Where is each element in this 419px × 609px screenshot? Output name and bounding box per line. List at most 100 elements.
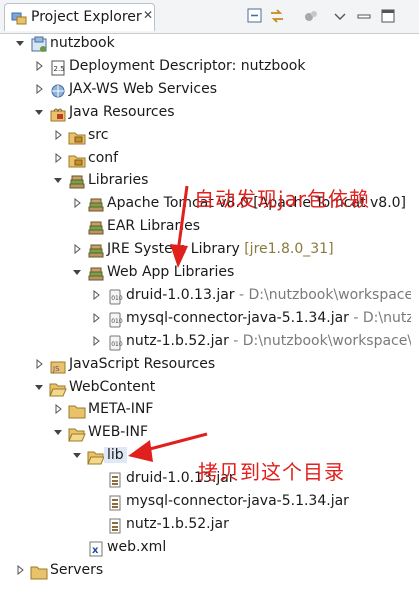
close-icon[interactable]: ✕ (143, 8, 153, 22)
tree-node-decoration: - D:\nutzl (348, 309, 418, 326)
link-with-editor-icon[interactable] (267, 6, 287, 26)
collapsed-twistie-icon[interactable] (72, 198, 82, 209)
tree-node-label: mysql-connector-java-5.1.34.jar (126, 493, 349, 509)
tree-node-label: Web App Libraries (107, 264, 235, 280)
tree-node-label: lib (104, 447, 127, 464)
project-tree: nutzbook 2.5 Deployment Descriptor: nutzbo… (0, 34, 419, 609)
svg-text:x: x (92, 545, 99, 556)
tree-node-nutz-jar-ref[interactable]: 010 nutz-1.b.52.jar - D:\nutzbook\workspa… (0, 332, 413, 354)
jar-icon: 010 (109, 335, 123, 351)
library-icon (88, 221, 104, 235)
expanded-twistie-icon[interactable] (34, 107, 44, 117)
tree-node-conf-folder[interactable]: conf (0, 149, 411, 171)
tree-node-deployment-descriptor[interactable]: 2.5 Deployment Descriptor: nutzbook (0, 57, 411, 79)
tree-node-label: Java Resources (69, 103, 175, 120)
expanded-twistie-icon[interactable] (72, 450, 82, 460)
pkgfolder-icon (68, 155, 86, 167)
tree-node-java-resources[interactable]: Java Resources (0, 103, 411, 125)
collapsed-twistie-icon[interactable] (91, 312, 101, 323)
tree-node-web-xml-file[interactable]: x web.xml (0, 538, 411, 560)
collapsed-twistie-icon[interactable] (15, 564, 25, 575)
tree-node-servers[interactable]: Servers (0, 561, 411, 583)
folder-icon (68, 405, 86, 419)
svg-text:JS: JS (52, 365, 60, 373)
jsres-icon: JS (50, 361, 66, 374)
collapsed-twistie-icon[interactable] (72, 244, 82, 255)
tree-node-meta-inf-folder[interactable]: META-INF (0, 400, 411, 422)
tree-node-label: src (88, 126, 109, 143)
svg-text:010: 010 (111, 318, 123, 325)
dd-icon: 2.5 (51, 60, 65, 76)
folder-open-icon (87, 451, 105, 465)
library-icon (88, 198, 104, 212)
filter-icon[interactable] (301, 6, 321, 26)
tree-node-druid-jar-ref[interactable]: 010 druid-1.0.13.jar - D:\nutzbook\worksp… (0, 286, 418, 308)
svg-text:010: 010 (111, 295, 123, 302)
tree-node-web-app-libraries[interactable]: Web App Libraries (0, 263, 411, 285)
annotation-copy-here: 拷贝到这个目录 (198, 460, 345, 484)
jar-icon: 010 (109, 312, 123, 328)
tree-node-label: druid-1.0.13.jar - D:\nutzbook\workspace… (126, 286, 418, 303)
maximize-icon[interactable] (378, 6, 398, 26)
tree-node-ear-libraries[interactable]: EAR Libraries (0, 217, 411, 239)
tree-node-decoration: [jre1.8.0_31] (239, 241, 334, 258)
collapsed-twistie-icon[interactable] (53, 129, 63, 140)
collapsed-twistie-icon[interactable] (53, 404, 63, 415)
library-icon (69, 175, 85, 189)
project-explorer-icon (11, 12, 27, 25)
expanded-twistie-icon[interactable] (53, 427, 63, 437)
project-icon (31, 36, 47, 52)
tree-node-label: nutz-1.b.52.jar - D:\nutzbook\workspace\ (126, 332, 413, 349)
tree-node-jaxws-web-services[interactable]: JAX-WS Web Services (0, 80, 411, 102)
library-icon (88, 244, 104, 258)
tree-node-label: nutz-1.b.52.jar (126, 515, 229, 532)
tree-node-src-folder[interactable]: src (0, 126, 411, 148)
jar-icon: 010 (109, 289, 123, 305)
folder-open-icon (49, 383, 67, 396)
collapsed-twistie-icon[interactable] (91, 335, 101, 346)
pkgfolder-icon (68, 132, 86, 145)
tree-node-label: Deployment Descriptor: nutzbook (69, 57, 306, 74)
tree-node-decoration: - D:\nutzbook\workspace\ (228, 332, 413, 349)
tab-project-explorer[interactable]: Project Explorer ✕ (4, 3, 155, 31)
view-menu-chevron-down-icon[interactable] (330, 6, 350, 26)
folder-open-icon (68, 428, 86, 442)
jarfile-icon (109, 495, 121, 511)
collapsed-twistie-icon[interactable] (34, 83, 44, 94)
tree-node-project-nutzbook[interactable]: nutzbook (0, 34, 411, 56)
javares-icon (50, 108, 66, 122)
tree-node-jre-system-library[interactable]: JRE System Library [jre1.8.0_31] (0, 240, 411, 262)
collapsed-twistie-icon[interactable] (34, 358, 44, 369)
collapsed-twistie-icon[interactable] (53, 152, 63, 163)
tree-node-label: Servers (50, 561, 104, 578)
tree-node-label: EAR Libraries (107, 218, 201, 235)
expanded-twistie-icon[interactable] (15, 38, 25, 48)
tree-node-javascript-resources[interactable]: JS JavaScript Resources (0, 355, 411, 377)
jarfile-icon (109, 518, 121, 534)
minimize-icon[interactable] (354, 6, 374, 26)
tree-node-mysql-jar-file[interactable]: mysql-connector-java-5.1.34.jar (0, 492, 411, 514)
project-explorer-view: Project Explorer ✕ nutzbook 2.5 Deployment… (0, 0, 419, 609)
tree-node-decoration: - D:\nutzbook\workspace\ (234, 286, 418, 303)
vertical-scrollbar[interactable] (411, 34, 419, 609)
tree-node-webcontent-folder[interactable]: WebContent (0, 378, 411, 400)
expanded-twistie-icon[interactable] (72, 267, 82, 277)
svg-text:010: 010 (111, 341, 123, 348)
ws-icon (51, 84, 65, 98)
tree-node-label: conf (88, 149, 119, 166)
tree-node-label: WEB-INF (88, 424, 148, 441)
tree-node-label: Libraries (88, 172, 149, 189)
tab-title: Project Explorer (31, 9, 142, 25)
collapsed-twistie-icon[interactable] (91, 289, 101, 300)
annotation-auto-detect: 自动发现jar包依赖 (194, 187, 371, 211)
tree-node-label: JRE System Library [jre1.8.0_31] (107, 241, 334, 258)
library-icon (88, 267, 104, 281)
tree-node-nutz-jar-file[interactable]: nutz-1.b.52.jar (0, 515, 411, 537)
expanded-twistie-icon[interactable] (34, 382, 44, 392)
tree-node-label: META-INF (88, 401, 154, 418)
expanded-twistie-icon[interactable] (53, 175, 63, 185)
collapse-all-icon[interactable] (245, 6, 265, 26)
collapsed-twistie-icon[interactable] (34, 60, 44, 71)
tree-node-web-inf-folder[interactable]: WEB-INF (0, 423, 411, 445)
tree-node-mysql-jar-ref[interactable]: 010 mysql-connector-java-5.1.34.jar - D:\… (0, 309, 418, 331)
